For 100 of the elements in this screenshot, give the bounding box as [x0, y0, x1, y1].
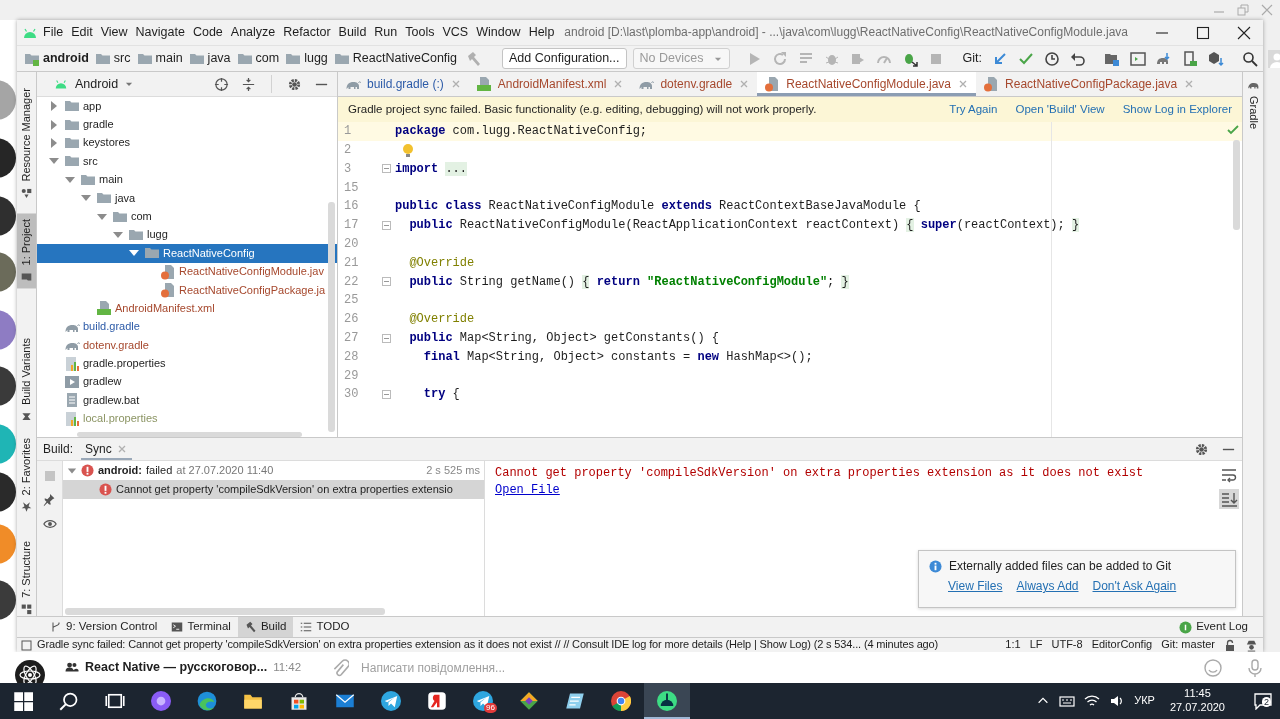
- editor-tab[interactable]: build.gradle (:): [338, 72, 469, 96]
- panel-tab[interactable]: Sync: [81, 438, 132, 460]
- scroll-to-end-icon[interactable]: [1218, 489, 1239, 509]
- status-item[interactable]: 1:1: [1005, 638, 1021, 652]
- build-tree-row[interactable]: android: failed at 27.07.2020 11:40 2 s 525 ms: [63, 461, 484, 480]
- breadcrumb[interactable]: com: [233, 50, 283, 67]
- scrollbar[interactable]: [65, 608, 385, 615]
- build-message-row[interactable]: Cannot get property 'compileSdkVersion' on extra properties extensio: [63, 480, 484, 499]
- status-item[interactable]: EditorConfig: [1091, 638, 1153, 652]
- menu-item[interactable]: VCS: [438, 25, 473, 40]
- breadcrumb[interactable]: src: [91, 50, 134, 67]
- banner-link[interactable]: Show Log in Explorer: [1122, 102, 1232, 117]
- tree-item[interactable]: AndroidManifest.xml: [37, 299, 337, 318]
- microphone-icon[interactable]: [1246, 658, 1264, 677]
- action-center-icon[interactable]: [1254, 692, 1272, 710]
- editor-tab[interactable]: ReactNativeConfigModule.java: [757, 72, 977, 96]
- taskbar-button[interactable]: [644, 683, 690, 719]
- editor-tab[interactable]: ReactNativeConfigPackage.java: [976, 72, 1203, 96]
- tool-window-tab[interactable]: Terminal: [164, 617, 238, 637]
- scrollbar[interactable]: [1233, 140, 1240, 230]
- breadcrumb[interactable]: lugg: [282, 50, 331, 67]
- eye-icon[interactable]: [42, 517, 57, 531]
- soft-wrap-icon[interactable]: [1220, 467, 1237, 483]
- tree-item[interactable]: app: [37, 97, 337, 116]
- clock-icon[interactable]: [1043, 50, 1060, 67]
- menu-item[interactable]: View: [96, 25, 132, 40]
- tree-item[interactable]: ReactNativeConfigPackage.ja: [37, 280, 337, 300]
- clock-time[interactable]: 11:45: [1184, 687, 1211, 701]
- menu-item[interactable]: Refactor: [279, 25, 335, 40]
- tree-item[interactable]: build.gradle: [37, 317, 337, 337]
- fold-marker-icon[interactable]: [382, 333, 391, 343]
- run-configuration-button[interactable]: Add Configuration...: [502, 48, 627, 69]
- menu-item[interactable]: Analyze: [226, 25, 280, 40]
- panel-toggle-icon[interactable]: [21, 639, 32, 651]
- tree-item[interactable]: lugg: [37, 225, 337, 245]
- status-item[interactable]: LF: [1029, 638, 1043, 652]
- close-icon[interactable]: [1237, 25, 1251, 40]
- status-item[interactable]: UTF-8: [1051, 638, 1083, 652]
- editor-tab[interactable]: AndroidManifest.xml: [468, 72, 632, 96]
- tree-item[interactable]: dotenv.gradle: [37, 336, 337, 355]
- gear-icon[interactable]: [1194, 441, 1209, 457]
- tool-window-tab[interactable]: TODO: [293, 617, 357, 637]
- tool-window-tab[interactable]: 9: Version Control: [43, 617, 165, 637]
- tool-window-tab[interactable]: 1: Project: [17, 212, 36, 289]
- tree-item[interactable]: ReactNativeConfigModule.jav: [37, 262, 337, 281]
- menu-item[interactable]: Build: [334, 25, 371, 40]
- tool-window-tab[interactable]: Build Variants: [17, 332, 36, 429]
- menu-item[interactable]: Code: [188, 25, 227, 40]
- menu-item[interactable]: File: [39, 25, 68, 40]
- search-icon[interactable]: [1241, 50, 1258, 67]
- cube-download-icon[interactable]: [1207, 50, 1224, 67]
- lock-icon[interactable]: [1224, 639, 1236, 651]
- pin-icon[interactable]: [42, 493, 57, 507]
- taskbar-button[interactable]: 96: [460, 683, 506, 719]
- tree-item[interactable]: main: [37, 170, 337, 189]
- status-item[interactable]: Git: master: [1161, 638, 1215, 652]
- tree-item[interactable]: gradle: [37, 115, 337, 134]
- tree-item[interactable]: gradlew.bat: [37, 391, 337, 410]
- breadcrumb[interactable]: main: [133, 50, 186, 67]
- emoji-icon[interactable]: [1204, 658, 1222, 677]
- tree-item[interactable]: gradlew: [37, 372, 337, 392]
- tree-item[interactable]: com: [37, 207, 337, 226]
- fold-marker-icon[interactable]: [382, 390, 391, 400]
- notification-link[interactable]: Always Add: [1016, 579, 1079, 594]
- tool-window-tab[interactable]: 2: Favorites: [17, 432, 36, 519]
- menu-item[interactable]: Window: [472, 25, 525, 40]
- scrollbar[interactable]: [77, 432, 302, 437]
- tool-window-tab[interactable]: Build: [237, 617, 294, 637]
- fold-marker-icon[interactable]: [382, 220, 391, 230]
- notification-link[interactable]: Don't Ask Again: [1092, 579, 1177, 594]
- message-input[interactable]: Написати повідомлення...: [361, 658, 1198, 677]
- language-indicator[interactable]: УКР: [1134, 694, 1155, 708]
- banner-link[interactable]: Open 'Build' View: [1015, 102, 1105, 117]
- clock-date[interactable]: 27.07.2020: [1169, 701, 1225, 715]
- phone-download-icon[interactable]: [1181, 50, 1198, 67]
- banner-link[interactable]: Try Again: [949, 102, 998, 117]
- tool-window-tab[interactable]: 7: Structure: [17, 534, 36, 621]
- open-file-link[interactable]: Open File: [495, 483, 560, 497]
- tree-item[interactable]: java: [37, 188, 337, 208]
- breadcrumb[interactable]: java: [185, 50, 234, 67]
- tree-item[interactable]: gradle.properties: [37, 354, 337, 373]
- tree-item[interactable]: src: [37, 152, 337, 171]
- crosshair-icon[interactable]: [214, 76, 229, 92]
- collapse-all-icon[interactable]: [241, 76, 256, 92]
- tool-window-tab[interactable]: Gradle: [1243, 72, 1263, 136]
- monitor-icon[interactable]: [1129, 50, 1146, 67]
- maximize-icon[interactable]: [1196, 25, 1210, 40]
- hammer-icon[interactable]: [466, 50, 483, 67]
- tree-item[interactable]: keystores: [37, 133, 337, 153]
- chat-title[interactable]: React Native — русскоговор...: [85, 660, 268, 675]
- fold-marker-icon[interactable]: [382, 164, 391, 174]
- menu-item[interactable]: Run: [370, 25, 402, 40]
- keyboard-icon[interactable]: [1059, 693, 1076, 709]
- menu-item[interactable]: Edit: [67, 25, 97, 40]
- lightbulb-icon[interactable]: [401, 142, 415, 158]
- paperclip-icon[interactable]: [331, 658, 350, 677]
- menu-item[interactable]: Help: [524, 25, 559, 40]
- elephant-arrow-icon[interactable]: [1155, 50, 1172, 67]
- breadcrumb[interactable]: android: [21, 50, 92, 67]
- breadcrumb[interactable]: ReactNativeConfig: [330, 50, 461, 67]
